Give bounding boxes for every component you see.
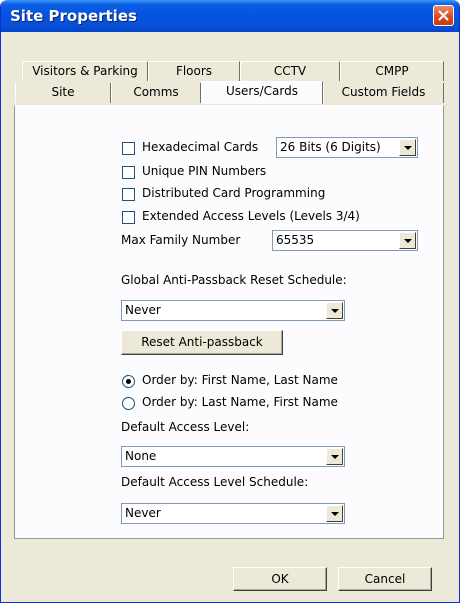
- chevron-down-icon[interactable]: [326, 448, 343, 465]
- anti-passback-select[interactable]: Never: [121, 300, 345, 321]
- chevron-down-icon[interactable]: [399, 232, 416, 249]
- default-schedule-select[interactable]: Never: [121, 503, 345, 524]
- distributed-card-checkbox[interactable]: [122, 188, 135, 201]
- tab-visitors-parking[interactable]: Visitors & Parking: [22, 61, 148, 81]
- close-icon: [438, 10, 449, 21]
- chevron-down-icon[interactable]: [399, 139, 416, 156]
- extended-levels-label: Extended Access Levels (Levels 3/4): [142, 209, 360, 223]
- default-level-value: None: [125, 449, 157, 463]
- card-bits-select[interactable]: 26 Bits (6 Digits): [276, 137, 418, 158]
- hex-cards-checkbox[interactable]: [122, 142, 135, 155]
- default-level-select[interactable]: None: [121, 446, 345, 467]
- distributed-card-label: Distributed Card Programming: [142, 186, 326, 200]
- card-bits-value: 26 Bits (6 Digits): [280, 140, 381, 154]
- max-family-select[interactable]: 65535: [272, 230, 418, 251]
- anti-passback-value: Never: [125, 303, 161, 317]
- max-family-label: Max Family Number: [121, 233, 241, 247]
- tab-custom-fields[interactable]: Custom Fields: [323, 83, 444, 103]
- default-schedule-value: Never: [125, 506, 161, 520]
- tab-site[interactable]: Site: [15, 83, 111, 103]
- reset-anti-passback-button[interactable]: Reset Anti-passback: [121, 330, 283, 355]
- tab-cctv[interactable]: CCTV: [240, 61, 340, 81]
- tab-comms[interactable]: Comms: [111, 83, 201, 103]
- default-schedule-label: Default Access Level Schedule:: [121, 475, 309, 489]
- window-title: Site Properties: [10, 7, 137, 25]
- title-bar[interactable]: Site Properties: [1, 0, 459, 32]
- users-cards-panel: Hexadecimal Cards 26 Bits (6 Digits) Uni…: [14, 105, 444, 539]
- extended-levels-checkbox[interactable]: [122, 211, 135, 224]
- close-button[interactable]: [433, 5, 454, 26]
- order-last-first-radio[interactable]: [122, 397, 135, 410]
- order-first-last-label: Order by: First Name, Last Name: [142, 373, 338, 387]
- tab-cmpp[interactable]: CMPP: [340, 61, 444, 81]
- unique-pin-label: Unique PIN Numbers: [142, 164, 267, 178]
- order-first-last-radio[interactable]: [122, 375, 135, 388]
- tab-floors[interactable]: Floors: [148, 61, 240, 81]
- ok-button[interactable]: OK: [233, 567, 327, 591]
- order-last-first-label: Order by: Last Name, First Name: [142, 395, 338, 409]
- chevron-down-icon[interactable]: [326, 302, 343, 319]
- unique-pin-checkbox[interactable]: [122, 166, 135, 179]
- site-properties-dialog: Site Properties Visitors & Parking Floor…: [0, 0, 460, 603]
- max-family-value: 65535: [276, 233, 315, 247]
- anti-passback-label: Global Anti-Passback Reset Schedule:: [121, 273, 347, 287]
- hex-cards-label: Hexadecimal Cards: [142, 140, 259, 154]
- tab-users-cards[interactable]: Users/Cards: [201, 81, 323, 104]
- chevron-down-icon[interactable]: [326, 505, 343, 522]
- default-level-label: Default Access Level:: [121, 420, 250, 434]
- cancel-button[interactable]: Cancel: [338, 567, 432, 591]
